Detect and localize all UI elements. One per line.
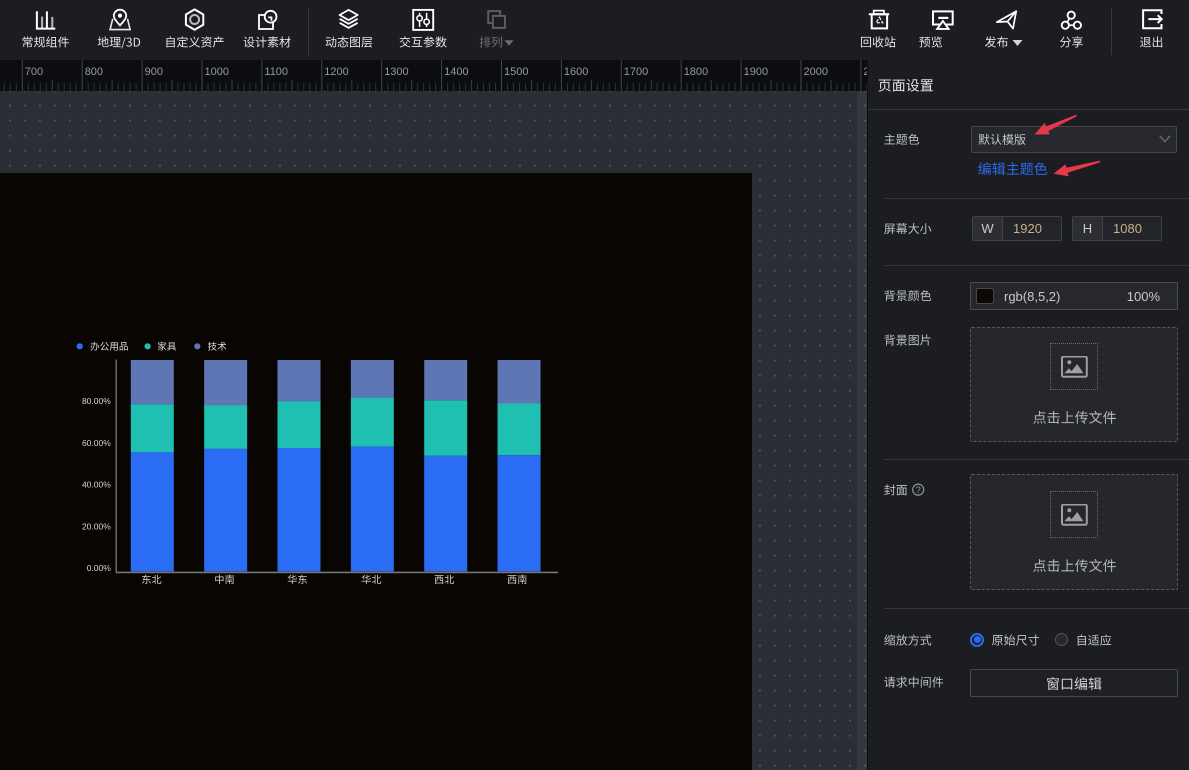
svg-text:0.00%: 0.00% bbox=[87, 563, 112, 573]
svg-text:60.00%: 60.00% bbox=[82, 438, 111, 448]
svg-text:20.00%: 20.00% bbox=[82, 521, 111, 531]
svg-text:40.00%: 40.00% bbox=[82, 480, 111, 490]
svg-text:80.00%: 80.00% bbox=[82, 396, 111, 406]
